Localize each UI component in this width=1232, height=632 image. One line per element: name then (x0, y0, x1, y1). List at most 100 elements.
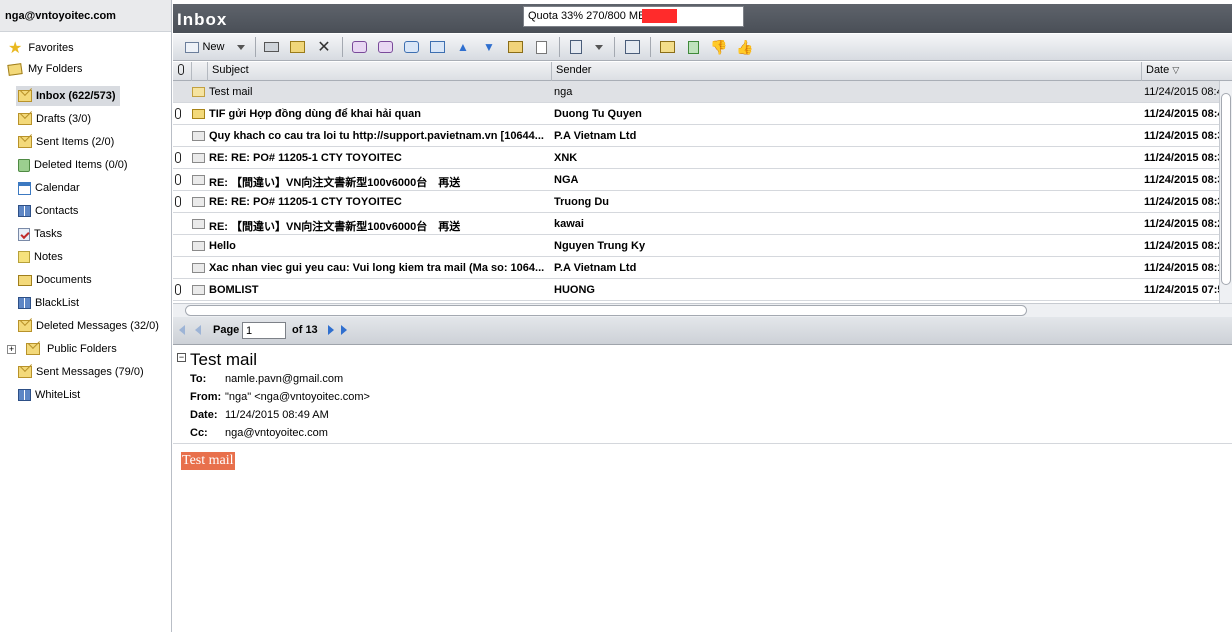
collapse-icon[interactable]: − (177, 353, 186, 362)
message-subject: Hello (209, 240, 236, 252)
flag-icon (507, 41, 523, 53)
message-row[interactable]: RE: RE: PO# 11205-1 CTY TOYOITEC XNK 11/… (173, 147, 1219, 169)
favorites-item[interactable]: ★ Favorites (8, 38, 74, 58)
main-panel: Inbox Quota 33% 270/800 MB New ✕ ▲ ▼ 👎 👍… (173, 0, 1232, 632)
message-row[interactable]: RE: RE: PO# 11205-1 CTY TOYOITEC Truong … (173, 191, 1219, 213)
previous-page-icon[interactable] (195, 325, 201, 335)
preview-subject: Test mail (190, 350, 258, 369)
reply-all-button[interactable] (376, 38, 394, 56)
flag-button[interactable] (506, 38, 524, 56)
forward-attachment-button[interactable] (428, 38, 446, 56)
message-row[interactable]: Quy khach co cau tra loi tu http://suppo… (173, 125, 1219, 147)
icon-column-header[interactable] (191, 62, 207, 81)
sidebar-item-contacts[interactable]: Contacts (18, 201, 82, 221)
empty-trash-button[interactable] (684, 38, 702, 56)
new-dropdown[interactable] (235, 38, 247, 56)
mark-spam-button[interactable]: 👎 (710, 38, 728, 56)
print-button[interactable] (262, 38, 280, 56)
message-date: 11/24/2015 08:20 AM (1144, 240, 1219, 252)
message-row[interactable]: Xac nhan viec gui yeu cau: Vui long kiem… (173, 257, 1219, 279)
date-column-header[interactable]: Date ▽ (1141, 62, 1232, 81)
drafts-icon (18, 113, 32, 125)
vertical-scrollbar[interactable] (1219, 81, 1232, 303)
folder-icon (18, 366, 32, 378)
cc-value[interactable]: nga@vntoyoitec.com (225, 427, 328, 439)
toolbar: New ✕ ▲ ▼ 👎 👍 (173, 34, 1232, 61)
sidebar-item-tasks[interactable]: Tasks (18, 224, 66, 244)
sidebar-item-sent-items[interactable]: Sent Items (2/0) (18, 132, 118, 152)
attachment-icon (175, 174, 181, 185)
message-list: Test mail nga 11/24/2015 08:49 AM TIF gử… (173, 81, 1219, 303)
page-label: Page (213, 324, 240, 336)
columns-button[interactable] (623, 38, 641, 56)
chevron-down-icon (237, 44, 245, 50)
sidebar-item-calendar[interactable]: Calendar (18, 178, 84, 198)
sidebar-item-public-folders[interactable]: + Public Folders (7, 339, 121, 359)
message-row[interactable]: Test mail nga 11/24/2015 08:49 AM (173, 81, 1219, 103)
horizontal-scrollbar[interactable] (173, 303, 1232, 317)
view-dropdown[interactable] (593, 38, 605, 56)
mark-not-spam-button[interactable]: 👍 (736, 38, 754, 56)
sender-column-header[interactable]: Sender (551, 62, 1141, 81)
sidebar-item-drafts[interactable]: Drafts (3/0) (18, 109, 95, 129)
move-icon (289, 41, 305, 53)
mail-icon (192, 241, 205, 251)
message-subject: Xac nhan viec gui yeu cau: Vui long kiem… (209, 262, 545, 274)
to-value[interactable]: namle.pavn@gmail.com (225, 373, 343, 385)
subject-column-header[interactable]: Subject (207, 62, 551, 81)
contacts-icon (18, 205, 31, 217)
sidebar-item-label: WhiteList (35, 389, 81, 401)
favorites-label: Favorites (28, 42, 74, 54)
document-icon (535, 40, 547, 54)
close-icon: ✕ (317, 39, 331, 56)
whitelist-icon (18, 389, 31, 401)
page-number-input[interactable] (242, 322, 286, 339)
forward-button[interactable] (402, 38, 420, 56)
delete-button[interactable]: ✕ (315, 38, 333, 56)
message-sender: Nguyen Trung Ky (554, 240, 646, 252)
new-button[interactable]: New (180, 38, 230, 56)
my-folders-item[interactable]: My Folders (7, 62, 83, 76)
scrollbar-thumb[interactable] (185, 305, 1027, 316)
message-row[interactable]: BOMLIST HUONG 11/24/2015 07:55 AM (173, 279, 1219, 301)
last-page-icon[interactable] (341, 325, 347, 335)
next-page-icon[interactable] (328, 325, 334, 335)
view-button[interactable] (567, 38, 585, 56)
search-button[interactable] (658, 38, 676, 56)
sidebar-item-label: Documents (36, 274, 92, 286)
scrollbar-thumb[interactable] (1221, 93, 1231, 285)
sidebar-item-blacklist[interactable]: BlackList (18, 293, 83, 313)
message-date: 11/24/2015 08:30 AM (1144, 196, 1219, 208)
sidebar-item-sent-messages[interactable]: Sent Messages (79/0) (18, 362, 148, 382)
sidebar-item-deleted-items[interactable]: Deleted Items (0/0) (18, 155, 132, 175)
sidebar-item-inbox[interactable]: Inbox (622/573) (16, 86, 120, 106)
sidebar-item-deleted-messages[interactable]: Deleted Messages (32/0) (18, 316, 163, 336)
previous-message-button[interactable]: ▲ (454, 38, 472, 56)
next-message-button[interactable]: ▼ (480, 38, 498, 56)
message-sender: nga (554, 86, 573, 98)
message-row[interactable]: RE: 【間違い】VN向注文書新型100v6000台 再送 kawai 11/2… (173, 213, 1219, 235)
message-row[interactable]: Hello Nguyen Trung Ky 11/24/2015 08:20 A… (173, 235, 1219, 257)
expand-icon[interactable]: + (7, 344, 16, 354)
quota-text: Quota 33% 270/800 MB (528, 10, 646, 22)
print-icon (263, 42, 279, 52)
message-sender: P.A Vietnam Ltd (554, 262, 637, 274)
move-button[interactable] (288, 38, 306, 56)
message-row[interactable]: RE: 【間違い】VN向注文書新型100v6000台 再送 NGA 11/24/… (173, 169, 1219, 191)
sort-descending-icon: ▽ (1172, 65, 1180, 75)
view-source-button[interactable] (532, 38, 550, 56)
message-row[interactable]: TIF gửi Hợp đồng dùng để khai hải quan D… (173, 103, 1219, 125)
reply-button[interactable] (350, 38, 368, 56)
mail-icon (192, 285, 205, 295)
mail-icon (192, 263, 205, 273)
attachment-column-header[interactable] (173, 62, 191, 81)
toolbar-divider (614, 37, 615, 57)
from-value[interactable]: "nga" <nga@vntoyoitec.com> (225, 391, 370, 403)
first-page-icon[interactable] (179, 325, 185, 335)
sidebar-item-documents[interactable]: Documents (18, 270, 96, 290)
sidebar-item-notes[interactable]: Notes (18, 247, 67, 267)
message-sender: XNK (554, 152, 578, 164)
sidebar-item-whitelist[interactable]: WhiteList (18, 385, 84, 405)
my-folders-label: My Folders (28, 63, 83, 75)
trash-icon (18, 158, 30, 172)
